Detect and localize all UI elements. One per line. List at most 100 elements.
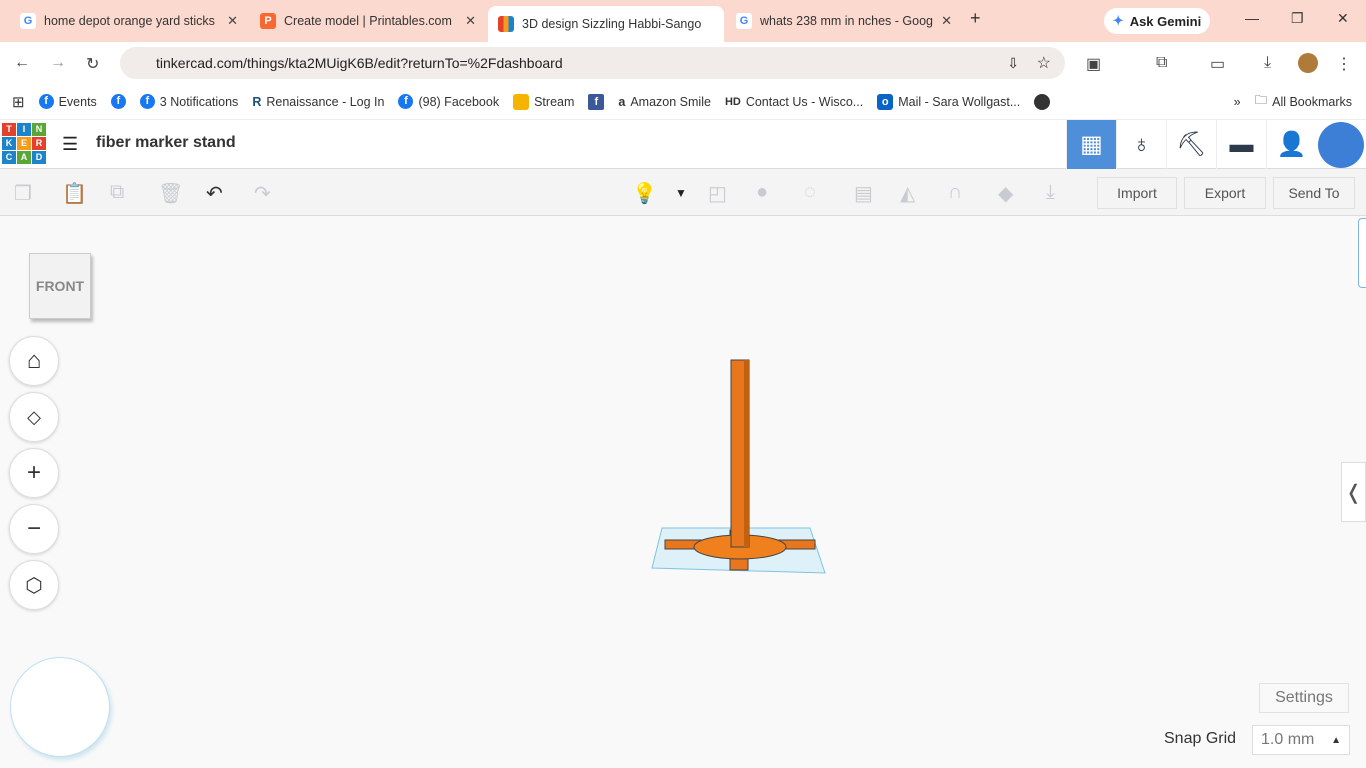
browser-tab-active[interactable]: 3D design Sizzling Habbi-Sango (488, 6, 724, 42)
paste-icon[interactable]: 📋 (62, 181, 87, 206)
reload-icon[interactable]: ↻ (86, 54, 99, 74)
3d-view-button[interactable]: ▦ (1066, 120, 1116, 169)
bookmark[interactable]: R Renaissance - Log In (252, 95, 384, 109)
user-avatar[interactable] (1318, 122, 1364, 168)
apps-icon[interactable]: ⊞ (12, 93, 25, 111)
mirror-icon[interactable]: ◭ (900, 181, 915, 206)
duplicate-icon[interactable]: ⧉ (110, 181, 124, 204)
tab-title: Create model | Printables.com (284, 14, 452, 28)
snap-grid-select[interactable]: 1.0 mm ▲ (1252, 725, 1350, 755)
add-user-button[interactable]: 👤 (1266, 120, 1316, 169)
blocks-button[interactable]: ♁ (1116, 120, 1166, 169)
close-icon[interactable]: ✕ (941, 13, 952, 29)
zoom-in-button[interactable]: + (9, 448, 59, 498)
bookmark-label: Events (58, 94, 97, 109)
bookmark[interactable]: f (588, 93, 605, 110)
close-icon[interactable]: ✕ (465, 13, 476, 29)
settings-button[interactable]: Settings (1259, 683, 1349, 713)
bricks-button[interactable]: ▬ (1216, 120, 1266, 169)
bookmark[interactable]: Stream (513, 93, 574, 110)
projection-button[interactable]: ⬡ (9, 560, 59, 610)
menu-list-icon[interactable]: ☰ (62, 134, 78, 155)
close-window-icon[interactable]: ✕ (1337, 10, 1349, 27)
ask-gemini-button[interactable]: ✦ Ask Gemini (1104, 8, 1210, 34)
3d-model-fiber-marker-stand[interactable] (640, 350, 840, 580)
logo-letter: D (32, 151, 46, 164)
new-tab-icon[interactable]: + (970, 8, 981, 29)
printables-icon: P (260, 13, 276, 29)
bookmark-label: Mail - Sara Wollgast... (898, 94, 1021, 109)
browser-tab[interactable]: Gwhats 238 mm in nches - Goog ✕ (726, 6, 962, 36)
bookmark[interactable]: a Amazon Smile (618, 95, 711, 109)
import-button[interactable]: Import (1097, 177, 1177, 209)
view-cube[interactable]: FRONT (29, 253, 91, 319)
ungroup-icon[interactable]: ● (756, 181, 768, 204)
bookmark-label: Amazon Smile (630, 94, 711, 109)
navigation-orb[interactable] (10, 657, 110, 757)
all-bookmarks[interactable]: 🗀 All Bookmarks (1255, 91, 1352, 112)
hole-icon[interactable]: ◌ (804, 181, 816, 204)
scrollbar[interactable] (1358, 218, 1366, 288)
bookmark[interactable]: f (98) Facebook (398, 94, 499, 109)
light-bulb-icon[interactable]: 💡 (632, 181, 657, 206)
bookmark[interactable] (1034, 93, 1051, 110)
menu-icon[interactable]: ⋮ (1336, 54, 1352, 74)
back-icon[interactable]: ← (14, 54, 30, 72)
home-icon: ⌂ (26, 347, 42, 374)
bookmark-label: (98) Facebook (418, 94, 500, 109)
bookmark[interactable]: HD Contact Us - Wisco... (725, 95, 863, 109)
ask-gemini-label: Ask Gemini (1129, 13, 1202, 29)
logo-letter: A (17, 151, 31, 164)
tinkercad-logo[interactable]: TIN KER CAD (2, 123, 46, 164)
plus-icon: + (26, 459, 41, 486)
minecraft-pickaxe-button[interactable]: ⛏ (1166, 120, 1216, 169)
align-icon[interactable]: ▤ (854, 181, 873, 206)
outlook-icon: o (877, 93, 894, 110)
home-view-button[interactable]: ⌂ (9, 336, 59, 386)
bookmarks-bar: ⊞ f Events f f 3 Notifications R Renaissanc… (0, 84, 1366, 120)
shapes-panel-toggle[interactable]: ❬ (1341, 462, 1366, 522)
extensions-puzzle-icon[interactable]: ⧉ (1156, 54, 1167, 72)
bookmark[interactable]: f (110, 94, 126, 109)
browser-tab[interactable]: P Create model | Printables.com ✕ (250, 6, 486, 36)
copy-icon[interactable]: ❐ (14, 181, 32, 206)
google-icon: G (20, 13, 36, 29)
view-cube-label: FRONT (35, 278, 85, 294)
forward-icon[interactable]: → (50, 54, 66, 72)
undo-icon[interactable]: ↶ (206, 181, 223, 206)
tinkercad-icon (498, 16, 514, 32)
more-bookmarks-icon[interactable]: » (1234, 95, 1241, 109)
logo-letter: K (2, 137, 16, 150)
install-icon[interactable]: ⇩ (1007, 55, 1019, 72)
all-bookmarks-label: All Bookmarks (1272, 94, 1352, 109)
cast-icon[interactable]: ▭ (1210, 54, 1225, 74)
bookmark[interactable]: o Mail - Sara Wollgast... (877, 93, 1021, 110)
send-to-button[interactable]: Send To (1273, 177, 1355, 209)
zoom-out-button[interactable]: − (9, 504, 59, 554)
facebook-icon: f (110, 94, 126, 109)
bookmark[interactable]: f Events (38, 94, 97, 109)
redo-icon[interactable]: ↷ (254, 181, 271, 206)
extension-icon[interactable]: ▣ (1086, 54, 1101, 74)
browser-tab[interactable]: Ghome depot orange yard sticks ✕ (10, 6, 248, 36)
snap-grid-label: Snap Grid (1164, 730, 1237, 747)
bookmark[interactable]: f 3 Notifications (139, 94, 238, 109)
download-icon[interactable]: ⤓ (1264, 54, 1271, 72)
restore-icon[interactable]: ❐ (1291, 10, 1304, 27)
drop-icon[interactable]: ⤓ (1046, 181, 1055, 204)
minimize-icon[interactable]: — (1245, 10, 1259, 26)
fit-view-button[interactable]: ◇ (9, 392, 59, 442)
export-button[interactable]: Export (1184, 177, 1266, 209)
group-icon[interactable]: ◰ (708, 181, 727, 206)
star-icon[interactable]: ☆ (1037, 53, 1051, 73)
bookmark-label: Renaissance - Log In (266, 94, 385, 109)
url-input[interactable]: tinkercad.com/things/kta2MUigK6B/edit?re… (120, 47, 1065, 79)
close-icon[interactable]: ✕ (227, 13, 238, 29)
design-title[interactable]: fiber marker stand (96, 134, 236, 152)
logo-letter: N (32, 123, 46, 136)
cruise-magnet-icon[interactable]: ∩ (948, 181, 962, 204)
workplane-icon[interactable]: ◆ (998, 181, 1013, 206)
dropdown-arrow-icon[interactable]: ▼ (675, 186, 687, 200)
profile-avatar[interactable] (1298, 53, 1318, 73)
delete-icon[interactable]: 🗑 (158, 181, 183, 206)
